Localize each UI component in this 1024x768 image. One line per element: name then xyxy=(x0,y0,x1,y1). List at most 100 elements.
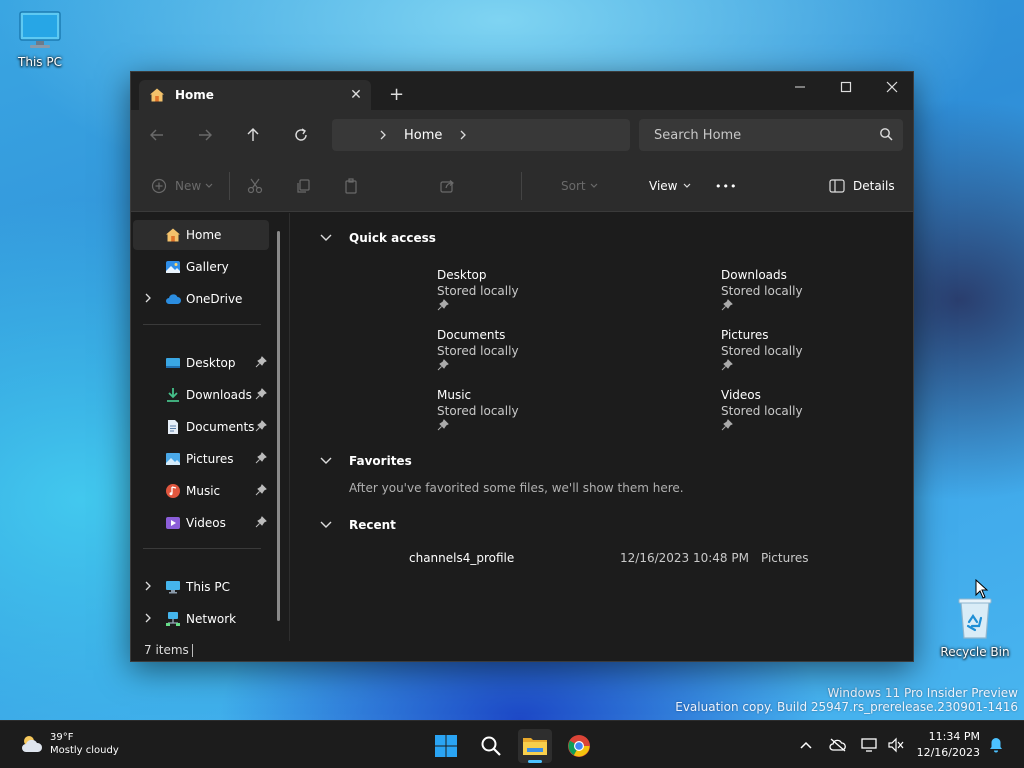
quick-access-item[interactable]: Downloads Stored locally xyxy=(721,267,803,315)
tab-home[interactable]: Home ✕ xyxy=(139,80,371,110)
pin-icon[interactable] xyxy=(437,359,449,371)
sidebar-item-desktop[interactable]: Desktop xyxy=(133,348,269,378)
chevron-right-icon[interactable] xyxy=(143,293,153,303)
pin-icon[interactable] xyxy=(721,359,733,371)
clock-time: 11:34 PM xyxy=(928,730,980,743)
new-tab-button[interactable]: + xyxy=(389,84,404,105)
sidebar-item-label: Pictures xyxy=(186,452,234,466)
sidebar-scrollbar[interactable] xyxy=(277,231,280,621)
pin-icon[interactable] xyxy=(255,420,267,432)
notifications-button[interactable] xyxy=(986,735,1006,755)
breadcrumb-home[interactable]: Home xyxy=(404,128,442,143)
active-indicator xyxy=(528,760,542,763)
separator xyxy=(521,172,522,200)
address-field[interactable]: Home xyxy=(332,119,630,151)
sidebar-item-label: Network xyxy=(186,612,237,626)
volume-tray-icon[interactable] xyxy=(886,735,906,755)
section-quick-access[interactable]: Quick access xyxy=(320,231,436,245)
system-clock[interactable]: 11:34 PM 12/16/2023 xyxy=(912,729,980,761)
search-taskbar-button[interactable] xyxy=(474,729,508,763)
item-name: Desktop xyxy=(437,268,487,282)
sidebar-item-network[interactable]: Network xyxy=(133,604,269,634)
table-row[interactable]: channels4_profile 12/16/2023 10:48 PM Pi… xyxy=(320,546,880,570)
pin-icon[interactable] xyxy=(437,419,449,431)
sort-button[interactable]: Sort xyxy=(561,160,598,212)
cut-button[interactable] xyxy=(247,160,263,212)
details-button[interactable]: Details xyxy=(829,160,895,212)
details-pane-icon xyxy=(829,179,845,193)
clipboard-icon xyxy=(345,178,357,194)
item-subtitle: Stored locally xyxy=(721,284,803,298)
tab-close-icon[interactable]: ✕ xyxy=(341,87,371,103)
quick-access-item[interactable]: Pictures Stored locally xyxy=(721,327,803,375)
sidebar-item-label: Desktop xyxy=(186,356,236,370)
pin-icon[interactable] xyxy=(721,299,733,311)
arrow-right-icon xyxy=(199,129,212,141)
sidebar-item-label: Downloads xyxy=(186,388,252,402)
maximize-button[interactable] xyxy=(823,72,869,102)
weather-widget[interactable]: 39°F Mostly cloudy xyxy=(20,731,119,757)
quick-access-item[interactable]: Music Stored locally xyxy=(437,387,519,435)
sidebar-item-onedrive[interactable]: OneDrive xyxy=(133,284,269,314)
pin-icon[interactable] xyxy=(255,452,267,464)
chrome-taskbar-button[interactable] xyxy=(562,729,596,763)
close-window-button[interactable] xyxy=(869,72,915,102)
home-icon xyxy=(166,228,180,242)
refresh-button[interactable] xyxy=(289,123,313,147)
chevron-right-icon[interactable] xyxy=(458,130,468,140)
quick-access-item[interactable]: Videos Stored locally xyxy=(721,387,803,435)
pin-icon[interactable] xyxy=(255,356,267,368)
chevron-down-icon[interactable] xyxy=(320,456,332,466)
sidebar-item-downloads[interactable]: Downloads xyxy=(133,380,269,410)
file-explorer-taskbar-button[interactable] xyxy=(518,729,552,763)
quick-access-item[interactable]: Documents Stored locally xyxy=(437,327,519,375)
copy-button[interactable] xyxy=(295,160,311,212)
quick-access-item[interactable]: Desktop Stored locally xyxy=(437,267,519,315)
sidebar-item-pictures[interactable]: Pictures xyxy=(133,444,269,474)
paste-button[interactable] xyxy=(343,160,359,212)
search-input[interactable]: Search Home xyxy=(639,119,903,151)
network-tray-icon[interactable] xyxy=(860,735,880,755)
forward-button[interactable] xyxy=(193,123,217,147)
sidebar-item-documents[interactable]: Documents xyxy=(133,412,269,442)
pin-icon[interactable] xyxy=(437,299,449,311)
up-button[interactable] xyxy=(241,123,265,147)
desktop-icon-this-pc[interactable]: This PC xyxy=(0,10,80,69)
pin-icon[interactable] xyxy=(255,516,267,528)
chevron-down-icon xyxy=(684,183,691,188)
sidebar-item-music[interactable]: Music xyxy=(133,476,269,506)
view-button[interactable]: View xyxy=(649,160,691,212)
minimize-button[interactable] xyxy=(777,72,823,102)
share-button[interactable] xyxy=(439,160,455,212)
windows-logo-icon xyxy=(435,735,457,757)
section-favorites[interactable]: Favorites xyxy=(320,454,412,468)
item-name: Videos xyxy=(721,388,761,402)
sidebar-item-videos[interactable]: Videos xyxy=(133,508,269,538)
chevron-down-icon xyxy=(590,183,598,188)
item-name: Pictures xyxy=(721,328,769,342)
search-icon xyxy=(880,128,893,141)
pin-icon[interactable] xyxy=(721,419,733,431)
show-hidden-icons-button[interactable] xyxy=(796,735,816,755)
start-button[interactable] xyxy=(429,729,463,763)
folder-icon xyxy=(523,738,547,755)
onedrive-tray-icon[interactable] xyxy=(828,735,848,755)
sidebar-item-home[interactable]: Home xyxy=(133,220,269,250)
section-recent[interactable]: Recent xyxy=(320,518,396,532)
chevron-right-icon[interactable] xyxy=(143,581,153,591)
more-options-button[interactable]: ••• xyxy=(715,160,737,212)
desktop-icon-recycle-bin[interactable]: Recycle Bin xyxy=(935,596,1015,659)
recent-file-date: 12/16/2023 10:48 PM xyxy=(620,551,749,565)
chevron-right-icon[interactable] xyxy=(143,613,153,623)
new-button[interactable]: New xyxy=(151,160,213,212)
sidebar-item-this-pc[interactable]: This PC xyxy=(133,572,269,602)
taskbar: 39°F Mostly cloudy 11:34 PM 12/16/2023 xyxy=(0,720,1024,768)
chevron-down-icon[interactable] xyxy=(320,520,332,530)
bell-icon xyxy=(990,738,1002,753)
sidebar-item-gallery[interactable]: Gallery xyxy=(133,252,269,282)
back-button[interactable] xyxy=(145,123,169,147)
pin-icon[interactable] xyxy=(255,484,267,496)
file-explorer-window: Home ✕ + Home Search Home New Sort View … xyxy=(130,71,914,662)
chevron-down-icon[interactable] xyxy=(320,233,332,243)
pin-icon[interactable] xyxy=(255,388,267,400)
